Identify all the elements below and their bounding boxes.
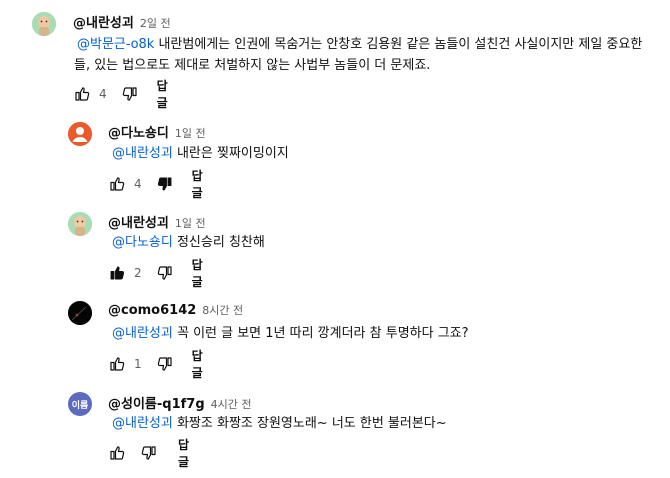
reply-button[interactable]: 답글 [192,167,203,201]
comment-text: @내란성괴 화짱조 화짱조 장원영노래~ 너도 한번 불러본다~ [112,413,447,434]
comment-text-content: 화짱조 화짱조 장원영노래~ 너도 한번 불러본다~ [172,416,447,431]
author-name[interactable]: @내란성괴 [108,212,169,231]
comment-text-line1: 내란범에게는 인권에 목숨거는 안창호 김용원 같은 놈들이 설친건 사실이지만… [154,37,643,52]
like-icon[interactable] [108,444,126,462]
like-count: 1 [134,357,142,371]
mention-link[interactable]: @내란성괴 [112,326,173,341]
reply-button[interactable]: 답글 [192,256,203,290]
mention-link[interactable]: @박문근-o8k [77,37,154,52]
reply-button[interactable]: 답글 [178,436,189,470]
comment-text-content: 내란은 찢짜이밍이지 [172,146,289,161]
like-count: 4 [134,177,142,191]
dislike-filled-icon[interactable] [156,175,174,193]
comment-time[interactable]: 2일 전 [140,15,171,31]
avatar-initials: 이름 [71,400,89,411]
avatar-dark-icon [68,301,92,325]
like-count: 2 [134,266,142,280]
like-filled-icon[interactable] [108,264,126,282]
avatar[interactable] [68,122,92,146]
comment-text: @내란성괴 내란은 찢짜이밍이지 [112,143,289,164]
comment-time[interactable]: 4시간 전 [211,396,252,412]
author-name[interactable]: @como6142 [108,303,196,318]
comment-text: @박문근-o8k 내란범에게는 인권에 목숨거는 안창호 김용원 같은 놈들이 … [74,34,643,76]
like-count: 4 [99,87,107,101]
avatar[interactable] [68,212,92,236]
dislike-icon[interactable] [156,264,174,282]
avatar-person-icon [68,122,92,146]
reply-button[interactable]: 답글 [157,77,168,111]
mention-link[interactable]: @내란성괴 [112,416,173,431]
comment-time[interactable]: 1일 전 [175,215,206,231]
reply-button[interactable]: 답글 [192,347,203,381]
author-name[interactable]: @다노숑디 [108,122,169,141]
avatar[interactable] [32,12,56,36]
comment-header: @내란성괴 2일 전 [73,12,171,31]
comment-actions: 4 답글 [73,79,168,110]
comment-time[interactable]: 8시간 전 [202,302,243,318]
like-icon[interactable] [108,355,126,373]
comment-time[interactable]: 1일 전 [175,125,206,141]
comment-actions: 2 답글 [108,258,203,289]
comment-header: @다노숑디 1일 전 [108,122,206,141]
comment-text-line2: 들, 있는 법으로도 제대로 처벌하지 않는 사법부 놈들이 더 문제죠. [74,58,431,73]
comment-text-content: 꼭 이런 글 보면 1년 따리 깡계더라 참 투명하다 그죠? [172,326,469,341]
comment-actions: 답글 [108,438,189,469]
mention-link[interactable]: @내란성괴 [112,146,173,161]
comment-header: @성이름-q1f7g 4시간 전 [108,393,252,412]
avatar-illustration-icon [68,212,92,236]
comment-header: @내란성괴 1일 전 [108,212,206,231]
author-name[interactable]: @내란성괴 [73,12,134,31]
mention-link[interactable]: @다노숑디 [112,235,173,250]
like-icon[interactable] [108,175,126,193]
comment-text-content: 정신승리 칭찬해 [172,235,265,250]
dislike-icon[interactable] [156,355,174,373]
like-icon[interactable] [73,85,91,103]
comment-text: @다노숑디 정신승리 칭찬해 [112,232,265,253]
author-name[interactable]: @성이름-q1f7g [108,393,205,412]
comment-actions: 4 답글 [108,169,203,200]
avatar[interactable] [68,301,92,325]
avatar-illustration-icon [32,12,56,36]
dislike-icon[interactable] [121,85,139,103]
comment-header: @como6142 8시간 전 [108,302,243,318]
dislike-icon[interactable] [140,444,158,462]
comment-actions: 1 답글 [108,349,203,380]
avatar[interactable]: 이름 [68,392,92,416]
comment-text: @내란성괴 꼭 이런 글 보면 1년 따리 깡계더라 참 투명하다 그죠? [112,323,469,344]
